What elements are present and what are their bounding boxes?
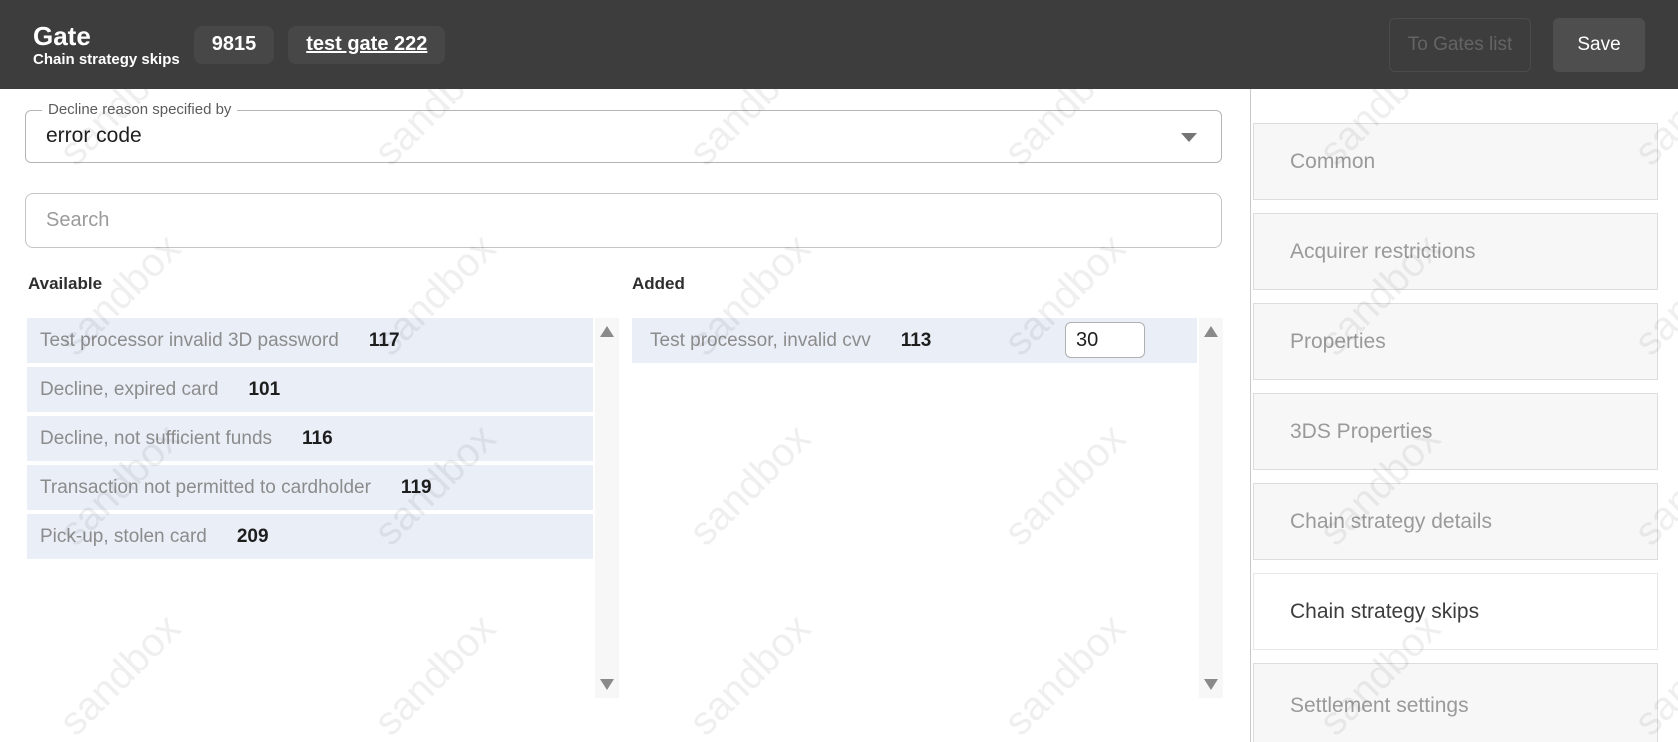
decline-reason-value: error code xyxy=(46,124,142,148)
decline-reason-select[interactable]: Decline reason specified by error code xyxy=(25,110,1222,163)
available-scrollbar[interactable] xyxy=(595,318,619,698)
to-gates-list-button[interactable]: To Gates list xyxy=(1389,18,1531,72)
sidebar-item-acquirer-restrictions[interactable]: Acquirer restrictions xyxy=(1253,213,1658,290)
watermark-text: sandbox xyxy=(311,551,558,742)
added-list: Test processor, invalid cvv 113 xyxy=(632,318,1197,367)
available-item-code: 119 xyxy=(401,477,432,499)
search-input[interactable] xyxy=(25,193,1222,248)
available-item-label: Test processor invalid 3D password xyxy=(40,330,339,352)
available-item[interactable]: Test processor invalid 3D password 117 xyxy=(27,318,593,363)
added-item-code: 113 xyxy=(901,330,932,352)
sidebar-item-common[interactable]: Common xyxy=(1253,123,1658,200)
watermark-text: sandbox xyxy=(626,361,873,608)
watermark-text: sandbox xyxy=(0,551,244,742)
watermark-text: sandbox xyxy=(626,551,873,742)
sidebar-item-properties[interactable]: Properties xyxy=(1253,303,1658,380)
available-item-label: Transaction not permitted to cardholder xyxy=(40,477,371,499)
sidebar-item-3ds-properties[interactable]: 3DS Properties xyxy=(1253,393,1658,470)
gate-id-badge: 9815 xyxy=(194,26,275,64)
gate-name-link[interactable]: test gate 222 xyxy=(288,26,445,64)
scroll-up-icon[interactable] xyxy=(600,326,614,337)
added-item[interactable]: Test processor, invalid cvv 113 xyxy=(632,318,1197,363)
sidebar-item-chain-strategy-skips[interactable]: Chain strategy skips xyxy=(1253,573,1658,650)
save-button[interactable]: Save xyxy=(1553,18,1645,72)
available-item[interactable]: Decline, expired card 101 xyxy=(27,367,593,412)
scroll-down-icon[interactable] xyxy=(1204,679,1218,690)
watermark-text: sandbox xyxy=(941,361,1188,608)
page-title: Gate Chain strategy skips xyxy=(33,21,180,69)
chevron-down-icon[interactable] xyxy=(1181,133,1197,142)
available-item-label: Decline, expired card xyxy=(40,379,218,401)
available-title: Available xyxy=(28,274,102,294)
sidebar-item-settlement-settings[interactable]: Settlement settings xyxy=(1253,663,1658,742)
available-item-label: Decline, not sufficient funds xyxy=(40,428,272,450)
sidebar-item-chain-strategy-details[interactable]: Chain strategy details xyxy=(1253,483,1658,560)
app-title: Gate xyxy=(33,21,180,51)
sidebar-divider xyxy=(1250,89,1251,742)
app-header: Gate Chain strategy skips 9815 test gate… xyxy=(0,0,1678,89)
available-item-label: Pick-up, stolen card xyxy=(40,526,207,548)
available-list: Test processor invalid 3D password 117 D… xyxy=(27,318,593,563)
available-item-code: 116 xyxy=(302,428,333,450)
available-item[interactable]: Decline, not sufficient funds 116 xyxy=(27,416,593,461)
page: Gate Chain strategy skips 9815 test gate… xyxy=(0,0,1678,742)
decline-reason-label: Decline reason specified by xyxy=(42,101,237,118)
available-item-code: 117 xyxy=(369,330,400,352)
scroll-down-icon[interactable] xyxy=(600,679,614,690)
watermark-text: sandbox xyxy=(941,551,1188,742)
scroll-up-icon[interactable] xyxy=(1204,326,1218,337)
sidebar: Common Acquirer restrictions Properties … xyxy=(1253,123,1658,742)
app-subtitle: Chain strategy skips xyxy=(33,51,180,69)
available-item-code: 101 xyxy=(248,379,280,401)
available-item-code: 209 xyxy=(237,526,269,548)
added-title: Added xyxy=(632,274,685,294)
added-scrollbar[interactable] xyxy=(1199,318,1223,698)
skip-value-input[interactable] xyxy=(1065,322,1145,358)
available-item[interactable]: Transaction not permitted to cardholder … xyxy=(27,465,593,510)
available-item[interactable]: Pick-up, stolen card 209 xyxy=(27,514,593,559)
added-item-label: Test processor, invalid cvv xyxy=(650,330,871,352)
